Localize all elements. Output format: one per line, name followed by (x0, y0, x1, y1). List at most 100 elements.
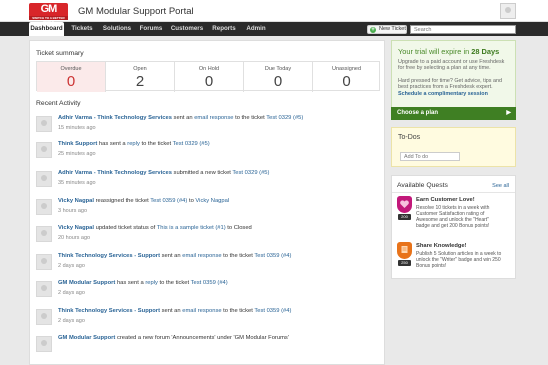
activity-link[interactable]: Vicky Nagpal (195, 198, 229, 204)
activity-time: 20 hours ago (58, 235, 91, 241)
activity-time: 2 days ago (58, 290, 85, 296)
tab-customers[interactable]: Customers (168, 22, 206, 36)
summary-open[interactable]: Open 2 (106, 62, 175, 92)
activity-text: Adhir Varma - Think Technology Services … (58, 115, 303, 121)
quest-badge[interactable]: 250 (397, 242, 412, 267)
tab-forums[interactable]: Forums (136, 22, 166, 36)
heart-badge-icon (397, 196, 412, 213)
plus-icon: + (370, 27, 376, 33)
activity-link[interactable]: reply (145, 280, 158, 286)
divider (392, 192, 515, 193)
trial-title-prefix: Your trial will expire in (398, 47, 472, 56)
activity-text-part: created a new forum 'Announcements' unde… (115, 335, 289, 341)
activity-text-part: submitted a new ticket (171, 170, 233, 176)
activity-actor[interactable]: Think Technology Services - Support (58, 308, 160, 314)
dashboard-main: Ticket summary Overdue 0 Open 2 On Hold … (29, 40, 385, 365)
avatar (36, 226, 52, 242)
activity-item: Think Technology Services - Support sent… (36, 253, 376, 275)
activity-link[interactable]: Test 0359 (#4) (191, 280, 228, 286)
quest-points: 250 (398, 260, 411, 266)
activity-actor[interactable]: Vicky Nagpal (58, 225, 94, 231)
avatar (36, 254, 52, 270)
activity-text: Think Technology Services - Support sent… (58, 253, 291, 259)
quests-title: Available Quests (397, 182, 448, 189)
choose-plan-label: Choose a plan (397, 110, 439, 116)
activity-text-part: updated ticket status of (93, 225, 157, 231)
new-ticket-button[interactable]: + New Ticket (367, 25, 407, 34)
main-navbar: Dashboard Tickets Solutions Forums Custo… (0, 22, 548, 36)
activity-text-part: to the ticket (221, 253, 255, 259)
schedule-session-link[interactable]: Schedule a complimentary session (398, 91, 513, 98)
activity-link[interactable]: Test 0359 (#4) (254, 308, 291, 314)
avatar (36, 336, 52, 352)
activity-actor[interactable]: Think Technology Services - Support (58, 253, 160, 259)
quest-badge[interactable]: 200 (397, 196, 412, 221)
activity-link[interactable]: reply (127, 141, 140, 147)
avatar (36, 142, 52, 158)
trial-title: Your trial will expire in 28 Days (398, 47, 499, 56)
user-avatar[interactable] (500, 3, 516, 19)
activity-item: Adhir Varma - Think Technology Services … (36, 170, 376, 192)
activity-text: Vicky Nagpal updated ticket status of Th… (58, 225, 252, 231)
summary-overdue[interactable]: Overdue 0 (37, 62, 106, 92)
activity-actor[interactable]: GM Modular Support (58, 280, 115, 286)
activity-link[interactable]: This is a sample ticket (#1) (157, 225, 226, 231)
activity-link[interactable]: Test 0329 (#5) (173, 141, 210, 147)
summary-due-today[interactable]: Due Today 0 (244, 62, 313, 92)
activity-actor[interactable]: GM Modular Support (58, 335, 115, 341)
activity-link[interactable]: Test 0359 (#4) (150, 198, 187, 204)
summary-value: 0 (204, 73, 214, 90)
search-input[interactable] (410, 25, 516, 34)
todos-title: To-Dos (398, 134, 421, 141)
activity-text-part: has sent a (97, 141, 128, 147)
activity-actor[interactable]: Think Support (58, 141, 97, 147)
activity-actor[interactable]: Adhir Varma - Think Technology Services (58, 115, 172, 121)
avatar (36, 199, 52, 215)
arrow-right-icon: ▶ (506, 110, 511, 116)
tab-dashboard[interactable]: Dashboard (29, 22, 64, 36)
activity-item: Vicky Nagpal reassigned the ticket Test … (36, 198, 376, 220)
summary-unassigned[interactable]: Unassigned 0 (313, 62, 380, 92)
ticket-summary-title: Ticket summary (36, 50, 84, 57)
writer-badge-icon (397, 242, 412, 259)
tab-tickets[interactable]: Tickets (66, 22, 98, 36)
recent-activity-title: Recent Activity (36, 100, 81, 107)
new-ticket-label: New Ticket (379, 26, 406, 32)
activity-link[interactable]: Test 0329 (#5) (266, 115, 303, 121)
activity-actor[interactable]: Vicky Nagpal (58, 198, 94, 204)
activity-item: GM Modular Support created a new forum '… (36, 335, 376, 357)
quest-description-line: badge and get 200 Bonus points! (416, 223, 490, 229)
summary-value: 0 (66, 73, 76, 90)
activity-text: Adhir Varma - Think Technology Services … (58, 170, 269, 176)
tab-admin[interactable]: Admin (242, 22, 270, 36)
quest-name[interactable]: Earn Customer Love! (416, 197, 475, 203)
see-all-link[interactable]: See all (492, 183, 509, 189)
activity-text-part: to Closed (225, 225, 252, 231)
quest-points: 200 (398, 214, 411, 220)
todos-panel: To-Dos (391, 127, 516, 167)
activity-link[interactable]: Test 0329 (#5) (232, 170, 269, 176)
summary-value: 0 (273, 73, 283, 90)
activity-link[interactable]: email response (194, 115, 233, 121)
summary-value: 2 (135, 73, 145, 90)
activity-text-part: sent an (171, 115, 195, 121)
tab-reports[interactable]: Reports (208, 22, 240, 36)
quest-description-line: Bonus points! (416, 263, 447, 269)
brand-logo[interactable]: GM SWITCH TO A BETTER WORLD (29, 3, 68, 24)
tab-solutions[interactable]: Solutions (100, 22, 134, 36)
activity-actor[interactable]: Adhir Varma - Think Technology Services (58, 170, 172, 176)
avatar (36, 309, 52, 325)
activity-link[interactable]: email response (182, 253, 221, 259)
quest-name[interactable]: Share Knowledge! (416, 243, 467, 249)
avatar (36, 281, 52, 297)
activity-link[interactable]: Test 0359 (#4) (254, 253, 291, 259)
activity-time: 35 minutes ago (58, 180, 96, 186)
activity-text-part: sent an (160, 308, 183, 314)
add-todo-input[interactable] (400, 152, 460, 161)
summary-on-hold[interactable]: On Hold 0 (175, 62, 244, 92)
activity-link[interactable]: email response (182, 308, 221, 314)
activity-text: Vicky Nagpal reassigned the ticket Test … (58, 198, 229, 204)
trial-days: 28 Days (471, 47, 500, 56)
activity-text-part: to the ticket (221, 308, 255, 314)
choose-plan-button[interactable]: Choose a plan ▶ (391, 107, 516, 120)
